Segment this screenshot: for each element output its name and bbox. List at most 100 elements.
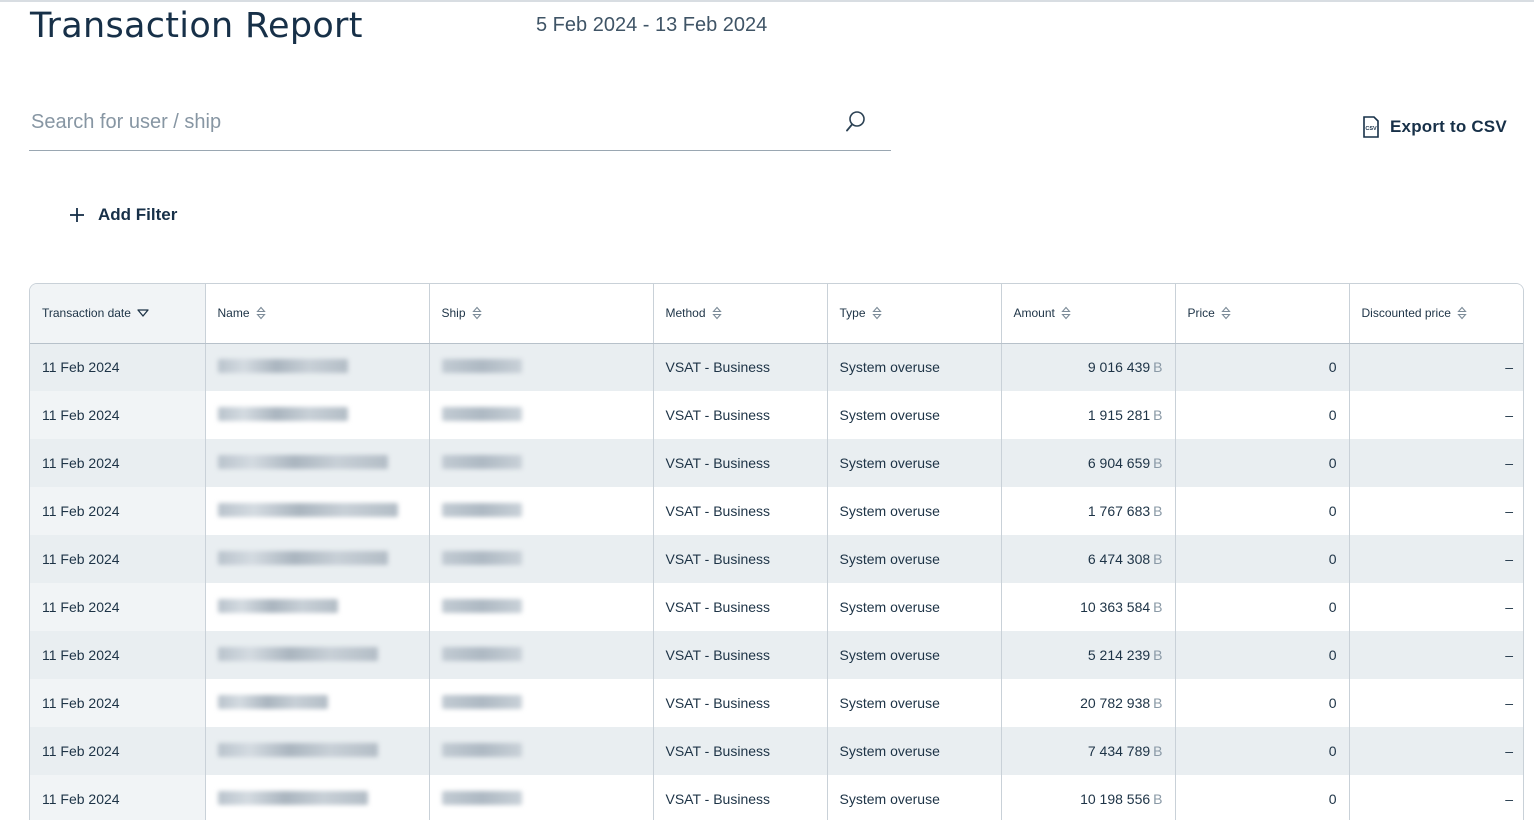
date-range: 5 Feb 2024 - 13 Feb 2024: [536, 14, 768, 36]
sort-control[interactable]: Method: [666, 306, 722, 320]
sort-control[interactable]: Discounted price: [1362, 306, 1467, 320]
sort-control[interactable]: Transaction date: [42, 306, 149, 320]
table-row[interactable]: 11 Feb 2024 VSAT - Business System overuse…: [30, 679, 1523, 727]
column-header-method[interactable]: Method: [653, 284, 828, 344]
cell-transaction-date: 11 Feb 2024: [30, 391, 206, 439]
column-header-discounted-price[interactable]: Discounted price: [1349, 284, 1523, 344]
column-header-amount[interactable]: Amount: [1001, 284, 1176, 344]
column-header-label: Transaction date: [42, 306, 131, 321]
cell-method: VSAT - Business: [653, 343, 828, 391]
cell-transaction-date: 11 Feb 2024: [30, 439, 206, 487]
table-row[interactable]: 11 Feb 2024 VSAT - Business System overuse…: [30, 583, 1523, 631]
cell-price: 0: [1175, 439, 1350, 487]
column-header-name[interactable]: Name: [205, 284, 430, 344]
cell-name: [205, 583, 430, 631]
cell-method: VSAT - Business: [653, 391, 828, 439]
sort-control[interactable]: Amount: [1014, 306, 1071, 320]
table-row[interactable]: 11 Feb 2024 VSAT - Business System overuse…: [30, 439, 1523, 487]
cell-ship: [429, 391, 654, 439]
column-header-label: Price: [1187, 306, 1215, 321]
cell-type: System overuse: [827, 439, 1002, 487]
amount-unit: B: [1153, 695, 1163, 711]
sort-control[interactable]: Name: [218, 306, 266, 320]
sort-icon[interactable]: [711, 306, 722, 320]
cell-discounted-price: –: [1349, 487, 1523, 535]
cell-discounted-price: –: [1349, 583, 1523, 631]
column-header-price[interactable]: Price: [1175, 284, 1350, 344]
export-csv-button[interactable]: CSV Export to CSV: [1362, 114, 1507, 140]
column-header-label: Type: [839, 306, 866, 321]
cell-price: 0: [1175, 391, 1350, 439]
cell-transaction-date: 11 Feb 2024: [30, 631, 206, 679]
cell-method: VSAT - Business: [653, 535, 828, 583]
redacted-name: [217, 502, 398, 517]
export-csv-label: Export to CSV: [1390, 117, 1507, 136]
sort-control[interactable]: Type: [840, 306, 882, 320]
cell-transaction-date: 11 Feb 2024: [30, 727, 206, 775]
table-row[interactable]: 11 Feb 2024 VSAT - Business System overuse…: [30, 727, 1523, 775]
cell-ship: [429, 487, 654, 535]
sort-icon[interactable]: [871, 306, 882, 320]
amount-value: 1 767 683: [1087, 503, 1151, 519]
column-header-label: Name: [217, 306, 250, 321]
cell-amount: 7 434 789 B: [1001, 727, 1176, 775]
sort-icon[interactable]: [1457, 306, 1467, 320]
cell-price: 0: [1175, 727, 1350, 775]
amount-value: 10 198 556: [1080, 791, 1151, 807]
sort-descending-icon[interactable]: [137, 308, 149, 318]
column-header-transaction-date[interactable]: Transaction date: [30, 284, 206, 344]
redacted-name: [217, 694, 328, 709]
cell-type: System overuse: [827, 343, 1002, 391]
cell-type: System overuse: [827, 583, 1002, 631]
cell-method: VSAT - Business: [653, 583, 828, 631]
cell-type: System overuse: [827, 487, 1002, 535]
sort-icon[interactable]: [471, 306, 482, 320]
cell-transaction-date: 11 Feb 2024: [30, 535, 206, 583]
search-input[interactable]: [29, 104, 829, 140]
search-icon[interactable]: [845, 110, 867, 134]
redacted-name: [217, 550, 388, 565]
redacted-ship: [441, 646, 522, 661]
cell-transaction-date: 11 Feb 2024: [30, 487, 206, 535]
column-header-label: Method: [665, 306, 706, 321]
table-row[interactable]: 11 Feb 2024 VSAT - Business System overuse…: [30, 631, 1523, 679]
column-header-type[interactable]: Type: [827, 284, 1002, 344]
csv-file-icon: CSV: [1363, 116, 1379, 138]
search-bar: [29, 96, 891, 151]
cell-type: System overuse: [827, 391, 1002, 439]
cell-discounted-price: –: [1349, 343, 1523, 391]
cell-discounted-price: –: [1349, 439, 1523, 487]
table-row[interactable]: 11 Feb 2024 VSAT - Business System overuse…: [30, 391, 1523, 439]
cell-transaction-date: 11 Feb 2024: [30, 775, 206, 820]
table-row[interactable]: 11 Feb 2024 VSAT - Business System overuse…: [30, 775, 1523, 820]
amount-value: 20 782 938: [1080, 695, 1151, 711]
cell-amount: 1 767 683 B: [1001, 487, 1176, 535]
cell-discounted-price: –: [1349, 631, 1523, 679]
cell-ship: [429, 775, 654, 820]
cell-method: VSAT - Business: [653, 775, 828, 820]
sort-control[interactable]: Price: [1188, 306, 1231, 320]
cell-name: [205, 727, 430, 775]
cell-amount: 1 915 281 B: [1001, 391, 1176, 439]
sort-icon[interactable]: [255, 306, 266, 320]
plus-icon: [70, 208, 84, 222]
cell-amount: 5 214 239 B: [1001, 631, 1176, 679]
cell-amount: 10 198 556 B: [1001, 775, 1176, 820]
redacted-ship: [441, 790, 522, 805]
column-header-ship[interactable]: Ship: [429, 284, 654, 344]
redacted-name: [217, 598, 338, 613]
table-row[interactable]: 11 Feb 2024 VSAT - Business System overuse…: [30, 535, 1523, 583]
cell-type: System overuse: [827, 727, 1002, 775]
cell-ship: [429, 535, 654, 583]
table-row[interactable]: 11 Feb 2024 VSAT - Business System overuse…: [30, 487, 1523, 535]
cell-ship: [429, 583, 654, 631]
table-row[interactable]: 11 Feb 2024 VSAT - Business System overuse…: [30, 343, 1523, 391]
redacted-ship: [441, 406, 522, 421]
amount-unit: B: [1153, 455, 1163, 471]
sort-icon[interactable]: [1221, 306, 1231, 320]
cell-name: [205, 631, 430, 679]
sort-control[interactable]: Ship: [442, 306, 482, 320]
add-filter-button[interactable]: Add Filter: [68, 202, 177, 228]
cell-type: System overuse: [827, 535, 1002, 583]
sort-icon[interactable]: [1061, 306, 1071, 320]
